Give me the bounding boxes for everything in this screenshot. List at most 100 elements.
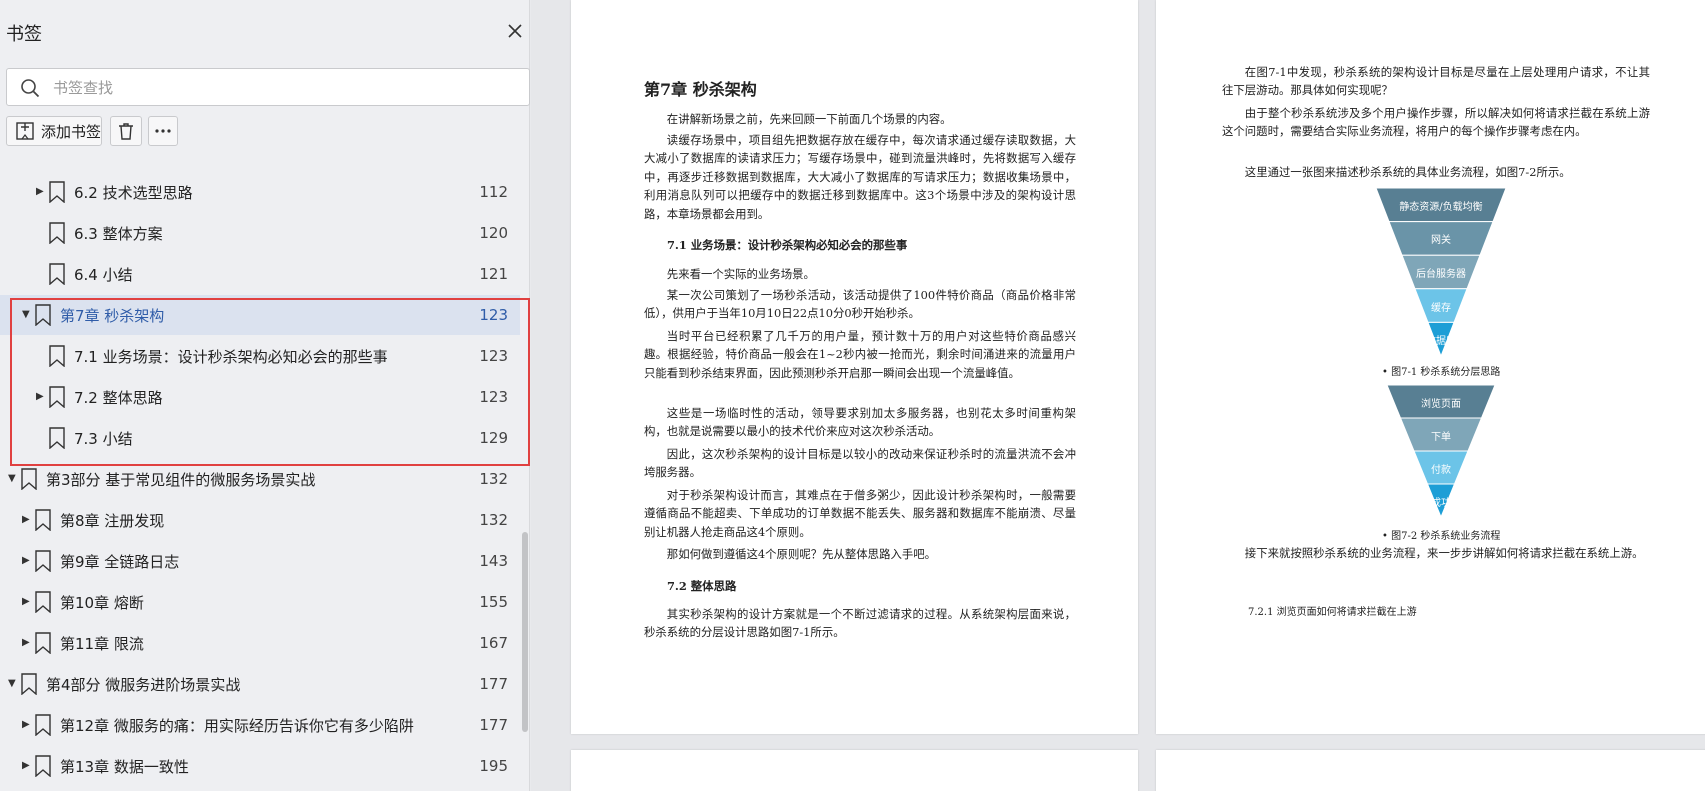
more-icon [155,129,171,133]
bookmark-icon [49,263,65,285]
bookmark-icon [35,714,51,736]
funnel-layer-label: 静态资源/负载均衡 [1399,201,1483,213]
expand-toggle-icon[interactable]: ▶ [22,596,32,608]
bookmark-icon [49,386,65,408]
paragraph: 其实秒杀架构的设计方案就是一个不断过滤请求的过程。从系统架构层面来说，秒杀系统的… [644,607,1076,640]
paragraph: 接下来就按照秒杀系统的业务流程，来一步步讲解如何将请求拦截在系统上游。 [1244,546,1644,560]
bookmark-page-number: 129 [479,429,508,447]
bookmark-page-number: 177 [479,675,508,693]
section-heading: 7.2 整体思路 [667,579,737,593]
bookmark-page-number: 177 [479,716,508,734]
bookmark-label: 6.4 小结 [74,266,133,284]
bookmark-label: 第4部分 微服务进阶场景实战 [46,676,241,694]
bookmark-item[interactable]: ▼ 第4部分 微服务进阶场景实战 177 [0,664,520,704]
bookmark-label: 7.3 小结 [74,430,133,448]
bookmark-label: 6.3 整体方案 [74,225,163,243]
bookmark-item[interactable]: ▶ 第13章 数据一致性 195 [0,746,520,786]
bookmark-item[interactable]: ▶ 第9章 全链路日志 143 [0,541,520,581]
bookmark-icon [35,632,51,654]
bookmark-icon [35,550,51,572]
delete-bookmark-button[interactable] [110,116,142,146]
bookmark-item[interactable]: 6.4 小结 121 [0,254,520,294]
document-page: 在图7-1中发现，秒杀系统的架构设计目标是尽量在上层处理用户请求，不让其往下层游… [1156,0,1705,734]
expand-toggle-icon[interactable]: ▶ [22,760,32,772]
bookmark-label: 第3部分 基于常见组件的微服务场景实战 [46,471,316,489]
funnel-layer-label: 网关 [1431,235,1451,247]
bookmark-page-number: 132 [479,511,508,529]
bookmark-icon [49,427,65,449]
section-heading: 7.2.1 浏览页面如何将请求拦截在上游 [1248,607,1417,618]
bookmark-item[interactable]: ▶ 6.2 技术选型思路 112 [0,172,520,212]
bookmark-item[interactable]: ▼ 第3部分 基于常见组件的微服务场景实战 132 [0,459,520,499]
bookmark-page-number: 120 [479,224,508,242]
paragraph: 对于秒杀架构设计而言，其难点在于僧多粥少，因此设计秒杀架构时，一般需要遵循商品不… [644,488,1076,539]
bookmark-page-number: 121 [479,265,508,283]
bookmark-label: 第9章 全链路日志 [60,553,180,571]
bookmark-item[interactable]: 7.1 业务场景：设计秒杀架构必知必会的那些事 123 [0,336,520,376]
paragraph: 因此，这次秒杀架构的设计目标是以较小的改动来保证秒杀时的流量洪流不会冲垮服务器。 [644,447,1076,480]
bookmark-icon [35,509,51,531]
funnel-layer-label: 缓存 [1431,302,1451,314]
document-viewer[interactable]: 第7章 秒杀架构 在讲解新场景之前，先来回顾一下前面几个场景的内容。 读缓存场景… [531,0,1705,791]
funnel-layer-label: 后台服务器 [1416,269,1466,280]
bookmark-item[interactable]: ▶ 第11章 限流 167 [0,623,520,663]
bookmark-search-box[interactable] [6,68,530,106]
bookmark-icon [49,181,65,203]
bookmark-label: 7.1 业务场景：设计秒杀架构必知必会的那些事 [74,348,388,366]
bookmark-item[interactable]: 7.3 小结 129 [0,418,520,458]
expand-toggle-icon[interactable]: ▶ [22,637,32,649]
bookmark-item[interactable]: ▶ 第12章 微服务的痛：用实际经历告诉你它有多少陷阱 177 [0,705,520,745]
document-page: 第7章 秒杀架构 在讲解新场景之前，先来回顾一下前面几个场景的内容。 读缓存场景… [571,0,1138,734]
paragraph: 先来看一个实际的业务场景。 [666,267,815,281]
bookmark-page-number: 132 [479,470,508,488]
paragraph: 这里通过一张图来描述秒杀系统的具体业务流程，如图7-2所示。 [1244,165,1571,179]
bookmark-icon [35,304,51,326]
collapse-toggle-icon[interactable]: ▼ [8,473,18,485]
close-icon[interactable] [504,20,526,42]
expand-toggle-icon[interactable]: ▶ [36,391,46,403]
sidebar-title: 书签 [6,24,42,45]
expand-toggle-icon[interactable]: ▶ [22,719,32,731]
bookmark-label: 第10章 熔断 [60,594,144,612]
bookmark-item[interactable]: ▶ 第8章 注册发现 132 [0,500,520,540]
expand-toggle-icon[interactable]: ▶ [22,555,32,567]
section-heading: 7.1 业务场景：设计秒杀架构必知必会的那些事 [667,238,908,252]
bookmark-item[interactable]: ▼ 第7章 秒杀架构 123 [0,295,520,335]
bookmark-label: 7.2 整体思路 [74,389,163,407]
bookmark-page-number: 112 [479,183,508,201]
paragraph: 某一次公司策划了一场秒杀活动，该活动提供了100件特价商品（商品价格非常低），供… [644,288,1076,321]
add-bookmark-button[interactable]: 添加书签 [6,116,102,146]
bookmark-item[interactable]: ▶ 7.2 整体思路 123 [0,377,520,417]
bookmark-icon [21,468,37,490]
bookmark-item[interactable]: ▶ 第10章 熔断 155 [0,582,520,622]
paragraph: 在讲解新场景之前，先来回顾一下前面几个场景的内容。 [666,112,952,126]
sidebar-scrollbar[interactable] [522,532,528,732]
bookmark-page-number: 123 [479,306,508,324]
more-options-button[interactable] [148,116,178,146]
expand-toggle-icon[interactable]: ▶ [36,186,46,198]
search-icon [21,79,40,98]
bookmark-label: 第11章 限流 [60,635,144,653]
expand-toggle-icon[interactable]: ▶ [22,514,32,526]
collapse-toggle-icon[interactable]: ▼ [22,309,32,321]
add-bookmark-label: 添加书签 [41,122,102,141]
bookmark-label: 第7章 秒杀架构 [60,307,165,325]
collapse-toggle-icon[interactable]: ▼ [8,678,18,690]
bookmark-label: 第13章 数据一致性 [60,758,189,776]
funnel-layer-label: 成功 [1431,497,1451,509]
paragraph: 在图7-1中发现，秒杀系统的架构设计目标是尽量在上层处理用户请求，不让其往下层游… [1222,65,1650,98]
document-page [1156,750,1705,791]
paragraph: 读缓存场景中，项目组先把数据存放在缓存中，每次请求通过缓存读取数据，大大减小了数… [644,133,1076,221]
trash-icon [119,123,133,140]
bookmark-label: 第12章 微服务的痛：用实际经历告诉你它有多少陷阱 [60,717,414,735]
paragraph: 当时平台已经积累了几千万的用户量，预计数十万的用户对这些特价商品感兴趣。根据经验… [644,329,1076,380]
bookmark-search-input[interactable] [53,75,513,101]
bookmark-item[interactable]: 6.3 整体方案 120 [0,213,520,253]
bookmark-sidebar: 书签 添加书签 ▶6.2 技术选型思路1 [0,0,530,791]
document-page [571,750,1138,791]
funnel-layer-label: 付款 [1431,464,1451,476]
bookmark-icon [35,591,51,613]
add-bookmark-icon [16,122,34,140]
paragraph: 那如何做到遵循这4个原则呢？先从整体思路入手吧。 [666,547,937,561]
bookmark-page-number: 143 [479,552,508,570]
